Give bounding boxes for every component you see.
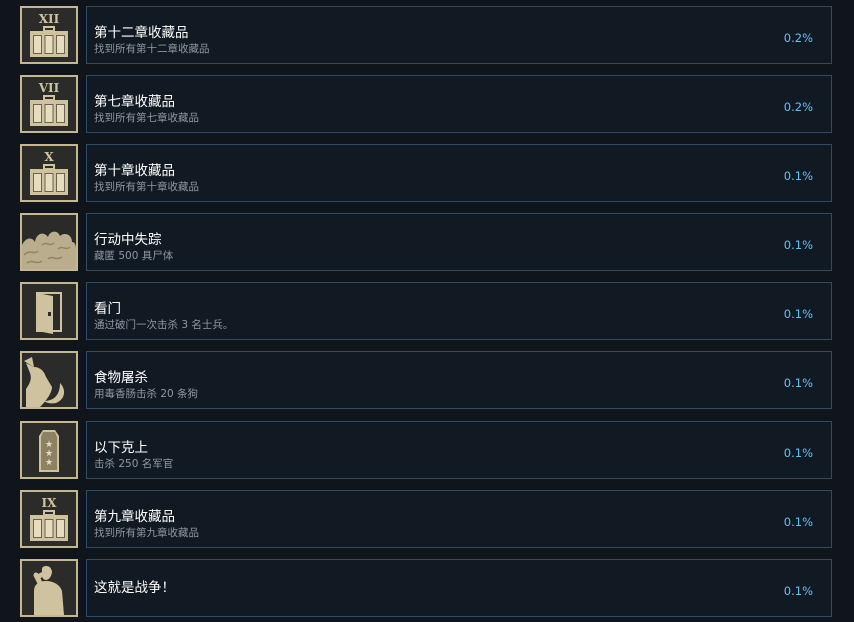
achievement-card: 第九章收藏品 找到所有第九章收藏品 0.1% [86,490,832,548]
achievement-row[interactable]: XII 第十二章收藏品 找到所有第十二章收藏品 0.2% [0,6,854,66]
unlock-percentage: 0.1% [783,307,813,321]
saluting-soldier-icon [20,559,78,617]
unlock-percentage: 0.1% [783,169,813,183]
briefcase-xii-icon: XII [20,6,78,64]
smoke-cloud-icon [20,213,78,271]
achievement-card: 第七章收藏品 找到所有第七章收藏品 0.2% [86,75,832,133]
svg-text:IX: IX [42,496,58,510]
achievement-row[interactable]: 这就是战争！ 0.1% [0,559,854,619]
unlock-percentage: 0.2% [783,31,813,45]
achievement-row[interactable]: IX 第九章收藏品 找到所有第九章收藏品 0.1% [0,490,854,550]
achievement-title: 行动中失踪 [94,232,162,248]
achievement-title: 第十二章收藏品 [94,25,189,41]
achievement-row[interactable]: 行动中失踪 藏匿 500 具尸体 0.1% [0,213,854,273]
unlock-percentage: 0.2% [783,100,813,114]
briefcase-ix-icon: IX [20,490,78,548]
achievement-row[interactable]: VII 第七章收藏品 找到所有第七章收藏品 0.2% [0,75,854,135]
achievement-row[interactable]: 食物屠杀 用毒香肠击杀 20 条狗 0.1% [0,351,854,411]
achievement-card: 食物屠杀 用毒香肠击杀 20 条狗 0.1% [86,351,832,409]
achievement-card: 以下克上 击杀 250 名军官 0.1% [86,421,832,479]
unlock-percentage: 0.1% [783,515,813,529]
svg-text:X: X [44,150,54,164]
achievement-title: 以下克上 [94,440,148,456]
achievement-description: 找到所有第七章收藏品 [94,112,199,124]
achievement-description: 击杀 250 名军官 [94,458,174,470]
achievement-title: 第十章收藏品 [94,163,175,179]
achievement-description: 藏匿 500 具尸体 [94,250,174,262]
achievement-description: 通过破门一次击杀 3 名士兵。 [94,319,234,331]
dog-sausage-icon [20,351,78,409]
achievement-title: 第七章收藏品 [94,94,175,110]
achievement-title: 这就是战争！ [94,580,175,596]
unlock-percentage: 0.1% [783,376,813,390]
achievement-list: XII 第十二章收藏品 找到所有第十二章收藏品 0.2% VII 第七章收藏品 … [0,0,854,622]
achievement-row[interactable]: X 第十章收藏品 找到所有第十章收藏品 0.1% [0,144,854,204]
officer-rank-insignia-icon: ★ ★ ★ [20,421,78,479]
achievement-row[interactable]: ★ ★ ★ 以下克上 击杀 250 名军官 0.1% [0,421,854,481]
briefcase-x-icon: X [20,144,78,202]
briefcase-vii-icon: VII [20,75,78,133]
unlock-percentage: 0.1% [783,584,813,598]
achievement-title: 第九章收藏品 [94,509,175,525]
svg-text:XII: XII [39,12,60,26]
svg-text:VII: VII [38,81,60,95]
achievement-title: 看门 [94,301,121,317]
achievement-card: 这就是战争！ 0.1% [86,559,832,617]
unlock-percentage: 0.1% [783,238,813,252]
door-icon [20,282,78,340]
achievement-description: 找到所有第十章收藏品 [94,181,199,193]
unlock-percentage: 0.1% [783,446,813,460]
achievement-card: 看门 通过破门一次击杀 3 名士兵。 0.1% [86,282,832,340]
achievement-description: 用毒香肠击杀 20 条狗 [94,388,199,400]
achievement-card: 行动中失踪 藏匿 500 具尸体 0.1% [86,213,832,271]
achievement-card: 第十章收藏品 找到所有第十章收藏品 0.1% [86,144,832,202]
achievement-title: 食物屠杀 [94,370,148,386]
achievement-description: 找到所有第十二章收藏品 [94,43,210,55]
svg-text:★: ★ [45,458,53,468]
achievement-card: 第十二章收藏品 找到所有第十二章收藏品 0.2% [86,6,832,64]
achievement-row[interactable]: 看门 通过破门一次击杀 3 名士兵。 0.1% [0,282,854,342]
achievement-description: 找到所有第九章收藏品 [94,527,199,539]
